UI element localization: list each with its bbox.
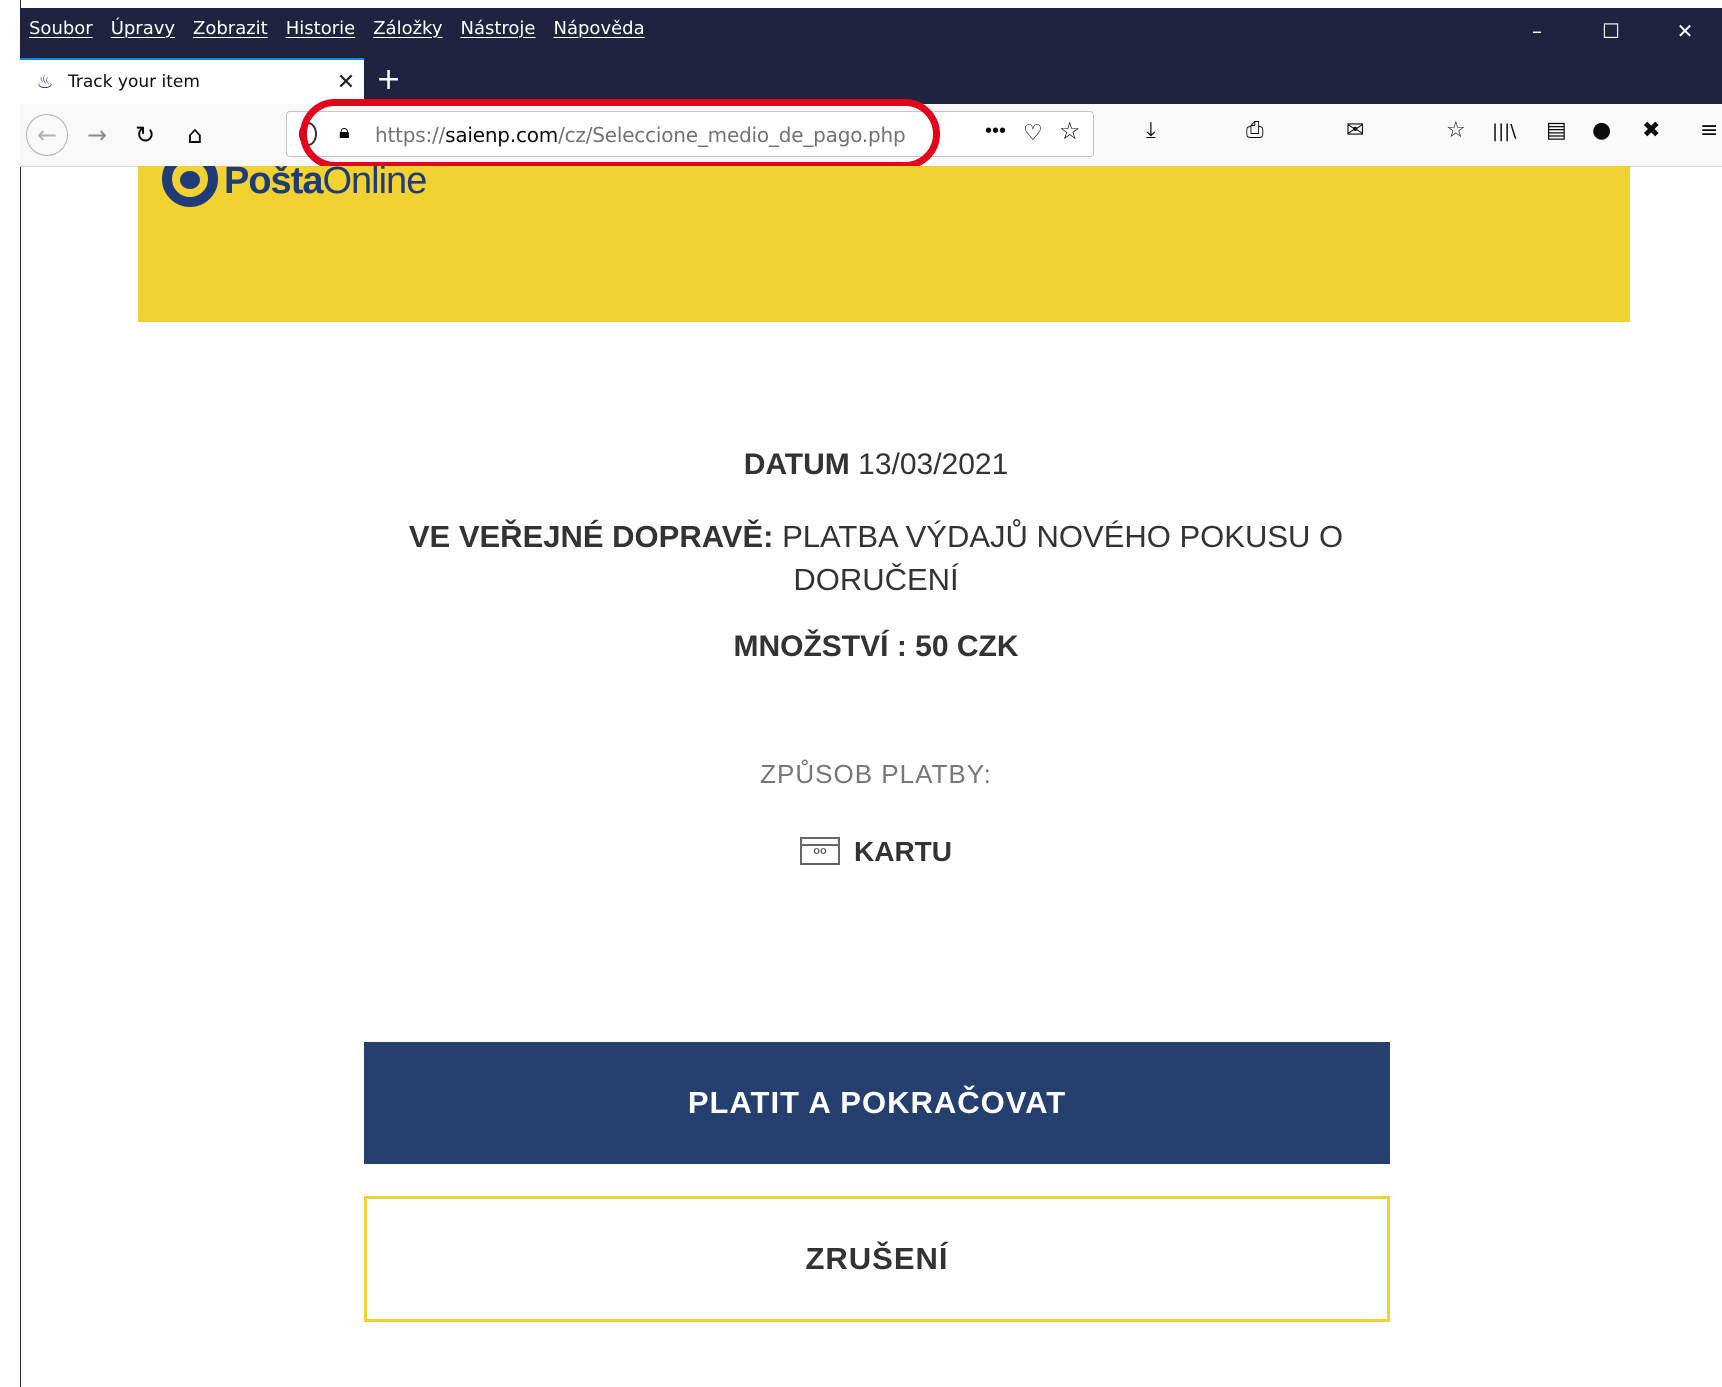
post-horn-icon [162,166,218,207]
date-line: DATUM 13/03/2021 [0,448,1722,482]
menu-bar: Soubor Úpravy Zobrazit Historie Záložky … [20,10,654,46]
card-icon: oo [800,836,840,865]
transport-value: PLATBA VÝDAJŮ NOVÉHO POKUSU O DORUČENÍ [782,519,1344,597]
card-option[interactable]: oo KARTU [0,836,1722,868]
close-window-button[interactable]: ✕ [1648,12,1722,50]
post-horn-icon: ♨ [36,71,54,93]
download-icon[interactable]: ⤓ [1146,118,1156,143]
pay-and-continue-button[interactable]: PLATIT A POKRAČOVAT [364,1042,1390,1164]
posta-online-logo[interactable]: PoštaOnline [162,166,426,210]
payment-method-label: ZPŮSOB PLATBY: [760,759,992,789]
date-label: DATUM [743,448,850,481]
home-button[interactable]: ⌂ [178,118,212,152]
bookmark-star-icon[interactable]: ☆ [1059,117,1081,146]
cancel-button[interactable]: ZRUŠENÍ [364,1196,1390,1322]
new-tab-button[interactable]: + [376,60,401,100]
reload-button[interactable]: ↻ [128,118,162,152]
maximize-button[interactable]: ☐ [1574,12,1648,50]
desktop-edge [0,0,21,1387]
hamburger-menu-icon[interactable]: ≡ [1700,118,1718,143]
amount-line: MNOŽSTVÍ : 50 CZK [733,630,1019,663]
bookmarks-menu-icon[interactable]: ☆ [1446,118,1466,143]
menu-tools[interactable]: Nástroje [460,18,535,39]
tab-close-icon[interactable]: ✕ [328,70,364,95]
transport-line: VE VEŘEJNÉ DOPRAVĚ: PLATBA VÝDAJŮ NOVÉHO… [360,515,1392,601]
date-value: 13/03/2021 [858,448,1009,481]
url-highlight-annotation [300,99,940,169]
menu-file[interactable]: Soubor [29,18,93,39]
mail-icon[interactable]: ✉ [1346,118,1364,143]
logo-text: PoštaOnline [224,166,427,202]
minimize-button[interactable]: – [1500,12,1574,50]
extension-icon[interactable]: ✖ [1642,118,1660,143]
library-icon[interactable]: |||\ [1492,121,1516,142]
account-icon[interactable]: ● [1592,118,1611,143]
card-label: KARTU [854,836,952,867]
transport-label: VE VEŘEJNÉ DOPRAVĚ: [408,519,774,554]
page-actions-icon[interactable]: ••• [985,120,1006,143]
tab-track-your-item[interactable]: ♨ Track your item ✕ [20,58,364,104]
pocket-icon[interactable]: ♡ [1023,120,1043,146]
print-icon[interactable]: ⎙ [1246,118,1264,143]
menu-edit[interactable]: Úpravy [111,18,175,39]
header-banner: PoštaOnline [138,166,1630,322]
menu-history[interactable]: Historie [286,18,355,39]
back-button[interactable]: ← [26,114,68,156]
window-controls: – ☐ ✕ [1500,12,1722,50]
menu-bookmarks[interactable]: Záložky [373,18,442,39]
sidebar-icon[interactable]: ▤ [1546,118,1567,143]
forward-button[interactable]: → [80,118,114,152]
menu-view[interactable]: Zobrazit [193,18,268,39]
tab-title: Track your item [68,72,200,92]
menu-help[interactable]: Nápověda [554,18,645,39]
